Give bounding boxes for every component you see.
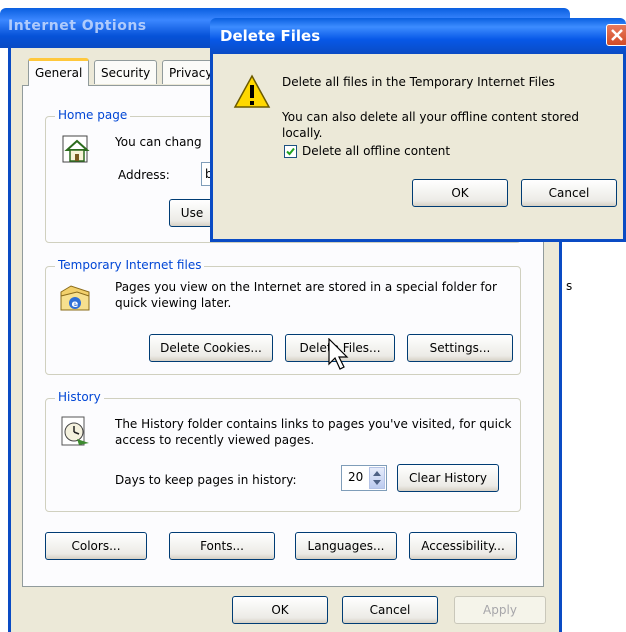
days-value: 20 xyxy=(348,470,364,484)
temp-files-description: Pages you view on the Internet are store… xyxy=(115,280,497,310)
settings-button[interactable]: Settings... xyxy=(407,334,513,362)
cancel-button[interactable]: Cancel xyxy=(342,596,438,624)
dialog-titlebar[interactable]: Delete Files xyxy=(210,18,626,54)
checkmark-icon xyxy=(286,147,295,156)
dialog-title: Delete Files xyxy=(220,27,321,45)
homepage-group-label: Home page xyxy=(55,108,131,122)
delete-offline-label[interactable]: Delete all offline content xyxy=(302,143,450,159)
dialog-message-primary: Delete all files in the Temporary Intern… xyxy=(282,75,555,89)
spinner-arrows[interactable] xyxy=(369,467,385,489)
background-text-fragment: s xyxy=(566,279,573,293)
dialog-close-button[interactable] xyxy=(606,24,626,46)
dialog-cancel-button[interactable]: Cancel xyxy=(521,179,617,207)
history-icon xyxy=(61,416,89,446)
svg-text:e: e xyxy=(72,299,79,310)
address-label: Address: xyxy=(118,168,170,182)
tab-security[interactable]: Security xyxy=(94,60,158,84)
dialog-body: Delete all files in the Temporary Intern… xyxy=(210,54,626,242)
delete-cookies-button[interactable]: Delete Cookies... xyxy=(149,334,273,362)
warning-icon xyxy=(233,74,271,108)
clear-history-button[interactable]: Clear History xyxy=(397,464,499,492)
history-group-label: History xyxy=(55,390,104,404)
temp-files-group-label: Temporary Internet files xyxy=(55,258,205,272)
use-current-button[interactable]: Use xyxy=(169,199,215,227)
delete-offline-checkbox[interactable] xyxy=(284,145,297,158)
days-spinner[interactable]: 20 xyxy=(341,465,387,491)
days-label: Days to keep pages in history: xyxy=(115,473,297,487)
apply-button: Apply xyxy=(454,596,546,624)
dialog-ok-button[interactable]: OK xyxy=(412,179,508,207)
tab-general[interactable]: General xyxy=(28,58,90,86)
dialog-message-secondary: You can also delete all your offline con… xyxy=(282,110,580,140)
window-title: Internet Options xyxy=(8,18,147,34)
close-icon xyxy=(611,29,623,41)
delete-files-dialog: Delete Files Delete all files in the Tem… xyxy=(210,18,626,242)
spinner-updown-icon xyxy=(373,471,381,485)
homepage-description: You can chang xyxy=(115,135,202,149)
ok-button[interactable]: OK xyxy=(232,596,328,624)
accessibility-button[interactable]: Accessibility... xyxy=(409,532,517,560)
colors-button[interactable]: Colors... xyxy=(45,532,147,560)
ie-folder-icon: e xyxy=(60,285,90,311)
mouse-cursor-icon xyxy=(328,338,349,370)
languages-button[interactable]: Languages... xyxy=(295,532,397,560)
house-icon xyxy=(62,135,90,163)
fonts-button[interactable]: Fonts... xyxy=(169,532,275,560)
history-description: The History folder contains links to pag… xyxy=(115,417,512,447)
